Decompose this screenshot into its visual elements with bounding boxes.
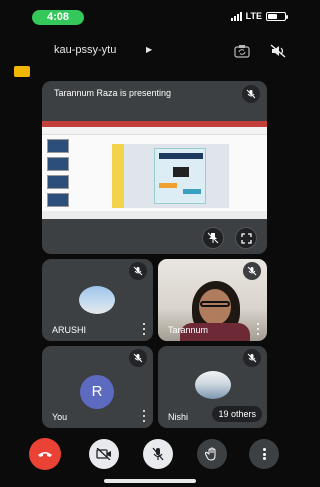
mic-off-icon [152,447,164,461]
meeting-code[interactable]: kau-pssy-ytu [54,44,116,56]
presentation-title: Tarannum Raza is presenting [54,88,172,98]
avatar: R [80,375,114,409]
slide-canvas [124,144,229,208]
captions-badge-icon [14,66,30,77]
participant-tile-you[interactable]: R You [42,346,153,428]
mic-off-icon [243,349,261,367]
end-call-icon [38,452,52,457]
fullscreen-icon[interactable] [235,227,257,249]
status-right: LTE [230,11,288,21]
status-bar: 4:08 LTE [0,0,300,30]
shared-screen [42,121,267,219]
more-options-button[interactable] [249,439,279,469]
home-indicator[interactable] [104,479,196,483]
presentation-tile[interactable]: Tarannum Raza is presenting [42,81,267,254]
avatar [79,286,115,314]
mic-off-icon [129,349,147,367]
mic-off-icon [129,262,147,280]
participant-name: You [52,412,68,422]
mic-toggle-button[interactable] [143,439,173,469]
battery-icon [266,11,288,21]
meeting-bar: kau-pssy-ytu ▶ [0,38,300,64]
raise-hand-button[interactable] [197,439,227,469]
call-controls [0,436,300,472]
participant-name: Nishi [168,412,189,422]
participant-tile-tarannum[interactable]: Tarannum [158,259,267,341]
participant-tile-arushi[interactable]: ARUSHI [42,259,153,341]
others-count-badge[interactable]: 19 others [212,406,262,422]
mic-off-icon [242,85,260,103]
slide-thumbnails [47,139,73,213]
speaker-off-icon[interactable] [270,44,286,58]
mic-off-icon [243,262,261,280]
participant-name: Tarannum [168,325,209,335]
avatar [195,371,231,399]
network-label: LTE [245,11,262,21]
more-options-icon [262,448,266,460]
status-time: 4:08 [32,10,84,25]
raise-hand-icon [205,447,216,461]
camera-switch-icon[interactable] [234,44,250,58]
pin-off-icon[interactable] [202,227,224,249]
participant-name: ARUSHI [52,325,87,335]
end-call-button[interactable] [29,438,61,470]
signal-icon [230,11,242,21]
camera-toggle-button[interactable] [89,439,119,469]
camera-off-icon [96,448,111,460]
more-options-icon[interactable] [142,410,146,422]
participant-tile-nishi[interactable]: Nishi 19 others [158,346,267,428]
more-options-icon[interactable] [256,323,260,335]
chevron-right-icon[interactable]: ▶ [146,45,152,54]
more-options-icon[interactable] [142,323,146,335]
